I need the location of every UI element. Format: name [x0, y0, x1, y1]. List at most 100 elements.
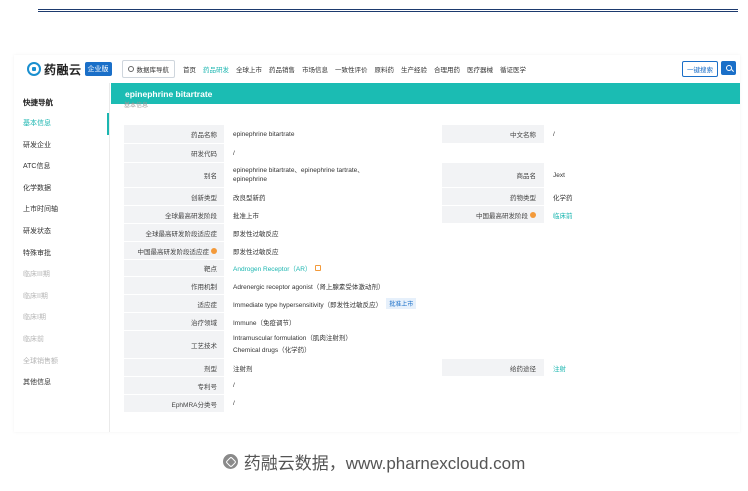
nav-item[interactable]: 生产经验: [401, 64, 427, 74]
nav-item[interactable]: 原料药: [375, 64, 395, 74]
field-value: Immediate type hypersensitivity（即发性过敏反应）…: [224, 295, 725, 312]
field-label: EphMRA分类号: [124, 395, 224, 412]
nav-item[interactable]: 医疗器械: [467, 64, 493, 74]
cn-stage-label-text: 中国最高研发阶段: [476, 212, 528, 220]
cn-indication-label-text: 中国最高研发阶段适应症: [137, 248, 210, 256]
sidebar-item-phase1[interactable]: 临床I期: [14, 307, 109, 329]
tech-item: Intramuscular formulation（肌肉注射剂）: [233, 334, 352, 342]
field-value: /: [224, 395, 725, 412]
field-value: /: [224, 144, 725, 162]
field-value: epinephrine bitartrate、epinephrine tartr…: [224, 163, 442, 187]
nav-item[interactable]: 一致性评价: [335, 64, 368, 74]
field-label: 药品名称: [124, 125, 224, 143]
field-label: 商品名: [442, 163, 544, 187]
field-label: 适应症: [124, 295, 224, 312]
table-row: 药品名称 epinephrine bitartrate 中文名称 /: [124, 125, 725, 144]
nav-item[interactable]: 药品销售: [269, 64, 295, 74]
table-row: 治疗领域 Immune（免疫调节）: [124, 313, 725, 331]
field-label: 给药途径: [442, 359, 544, 376]
sidebar-item-timeline[interactable]: 上市时间轴: [14, 199, 109, 221]
field-label: 剂型: [124, 359, 224, 376]
search-icon: [725, 65, 732, 71]
sidebar-item-other-info[interactable]: 其他信息: [14, 372, 109, 394]
table-row: 专利号 /: [124, 377, 725, 395]
sidebar-item-special-approval[interactable]: 特殊审批: [14, 243, 109, 265]
main-nav: 首页 药品研发 全球上市 药品销售 市场信息 一致性评价 原料药 生产经验 合理…: [183, 64, 533, 74]
sidebar-item-atc[interactable]: ATC信息: [14, 156, 109, 178]
compass-icon: [127, 66, 134, 72]
drug-title: epinephrine bitartrate: [125, 89, 213, 99]
field-label: 全球最高研发阶段: [124, 206, 224, 223]
search-button[interactable]: [721, 61, 736, 75]
footer-text: 药融云数据，www.pharnexcloud.com: [243, 454, 526, 473]
field-value: 改良型新药: [224, 188, 442, 205]
sidebar-item-rd-status[interactable]: 研发状态: [14, 221, 109, 243]
cn-stage-link[interactable]: 临床前: [544, 206, 725, 223]
field-label: 研发代码: [124, 144, 224, 162]
edition-badge: 企业版: [84, 62, 112, 76]
field-value: 化学药: [553, 194, 573, 202]
target-link[interactable]: Androgen Receptor（AR）: [233, 263, 311, 273]
field-label: 工艺技术: [124, 331, 224, 358]
link-icon: [222, 454, 238, 469]
nav-item-active[interactable]: 药品研发: [203, 64, 229, 74]
field-label: 专利号: [124, 377, 224, 394]
sidebar-item-chemical-data[interactable]: 化学数据: [14, 178, 109, 200]
field-value: /: [224, 377, 725, 394]
quick-nav-sidebar: 快捷导航 基本信息 研发企业 ATC信息 化学数据 上市时间轴 研发状态 特殊审…: [14, 83, 110, 432]
watermark-footer: 药融云数据，www.pharnexcloud.com: [0, 449, 748, 474]
field-value: epinephrine bitartrate: [224, 125, 442, 143]
field-label: 创新类型: [124, 188, 224, 205]
logo-text: 药融云: [44, 62, 82, 77]
sidebar-item-phase3[interactable]: 临床III期: [14, 264, 109, 286]
field-label: 中国最高研发阶段适应症: [124, 242, 224, 259]
field-label: 靶点: [124, 260, 224, 276]
top-rule: [38, 9, 738, 12]
nav-item[interactable]: 全球上市: [236, 64, 262, 74]
table-row: 别名 epinephrine bitartrate、epinephrine ta…: [124, 163, 725, 188]
logo[interactable]: 药融云 企业版: [27, 61, 112, 78]
sidebar-item-global-sales[interactable]: 全球销售额: [14, 351, 109, 373]
indication-text: Immediate type hypersensitivity（即发性过敏反应）: [233, 301, 383, 309]
table-row: 靶点 Androgen Receptor（AR）: [124, 260, 725, 277]
sidebar-item-preclinical[interactable]: 临床前: [14, 329, 109, 351]
sidebar-item-phase2[interactable]: 临床II期: [14, 286, 109, 308]
table-row: 创新类型 改良型新药 药物类型 化学药: [124, 188, 725, 206]
field-value: Androgen Receptor（AR）: [224, 260, 725, 276]
field-label: 药物类型: [442, 188, 544, 205]
nav-item[interactable]: 市场信息: [302, 64, 328, 74]
external-link-icon[interactable]: [315, 265, 322, 271]
top-header: 药融云 企业版 数据库导航 首页 药品研发 全球上市 药品销售 市场信息 一致性…: [14, 55, 740, 83]
field-label: 治疗领域: [124, 313, 224, 330]
field-value: Intramuscular formulation（肌肉注射剂） Chemica…: [224, 331, 725, 358]
info-dot-icon[interactable]: [211, 247, 217, 254]
info-dot-icon[interactable]: [530, 211, 536, 218]
table-row: EphMRA分类号 /: [124, 395, 725, 413]
logo-icon: [27, 62, 41, 76]
field-label: 全球最高研发阶段适应症: [124, 224, 224, 241]
nav-item[interactable]: 循证医学: [500, 64, 526, 74]
one-click-search-button[interactable]: 一键搜索: [682, 61, 718, 77]
route-link[interactable]: 注射: [544, 359, 725, 376]
drug-title-banner: epinephrine bitartrate: [111, 83, 740, 104]
nav-item[interactable]: 合理用药: [434, 64, 460, 74]
table-row: 全球最高研发阶段适应症 即发性过敏反应: [124, 224, 725, 242]
sidebar-item-basic-info[interactable]: 基本信息: [14, 113, 109, 135]
section-label: 基本信息: [124, 103, 149, 109]
nav-item[interactable]: 首页: [183, 64, 196, 74]
dosage-form-link[interactable]: 注射剂: [224, 359, 442, 376]
field-label: 别名: [124, 163, 224, 187]
table-row: 全球最高研发阶段 批准上市 中国最高研发阶段 临床前: [124, 206, 725, 224]
field-value: Adrenergic receptor agonist（肾上腺素受体激动剂）: [224, 277, 725, 294]
field-label: 中文名称: [442, 125, 544, 143]
database-nav-button[interactable]: 数据库导航: [121, 60, 176, 78]
table-row: 作用机制 Adrenergic receptor agonist（肾上腺素受体激…: [124, 277, 725, 295]
database-nav-label: 数据库导航: [136, 67, 170, 74]
table-row: 剂型 注射剂 给药途径 注射: [124, 359, 725, 377]
field-value: 即发性过敏反应: [224, 224, 725, 241]
basic-info-table: 药品名称 epinephrine bitartrate 中文名称 / 研发代码 …: [124, 125, 725, 413]
table-row: 工艺技术 Intramuscular formulation（肌肉注射剂） Ch…: [124, 331, 725, 359]
field-value: Jext: [553, 171, 565, 179]
global-stage-link[interactable]: 批准上市: [224, 206, 442, 223]
sidebar-item-rd-company[interactable]: 研发企业: [14, 135, 109, 157]
